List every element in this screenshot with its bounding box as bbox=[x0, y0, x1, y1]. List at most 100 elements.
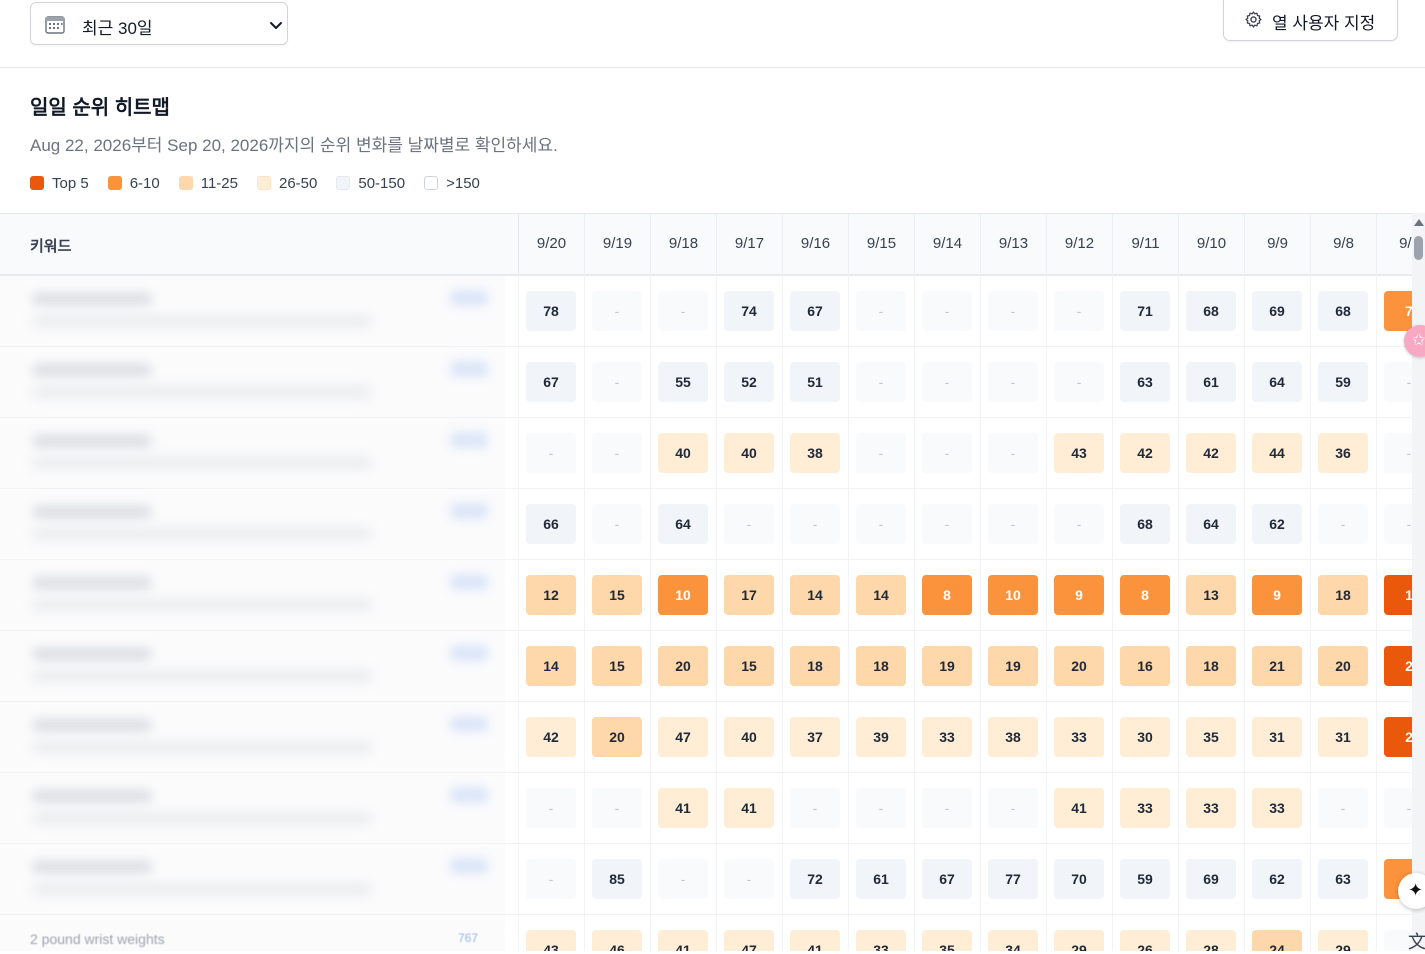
rank-cell[interactable]: - bbox=[988, 788, 1038, 828]
rank-cell[interactable]: - bbox=[592, 291, 642, 331]
rank-cell[interactable]: 64 bbox=[1252, 362, 1302, 402]
rank-cell[interactable]: 33 bbox=[1186, 788, 1236, 828]
rank-cell[interactable]: 36 bbox=[1318, 433, 1368, 473]
rank-cell[interactable]: 29 bbox=[1054, 930, 1104, 951]
rank-cell[interactable]: 13 bbox=[1186, 575, 1236, 615]
rank-cell[interactable]: 20 bbox=[592, 717, 642, 757]
rank-cell[interactable]: - bbox=[1054, 362, 1104, 402]
rank-cell[interactable]: 74 bbox=[724, 291, 774, 331]
rank-cell[interactable]: 14 bbox=[790, 575, 840, 615]
date-column-header[interactable]: 9/11 bbox=[1112, 214, 1178, 274]
rank-cell[interactable]: 19 bbox=[922, 646, 972, 686]
rank-cell[interactable]: - bbox=[988, 504, 1038, 544]
rank-cell[interactable]: 61 bbox=[1186, 362, 1236, 402]
rank-cell[interactable]: 8 bbox=[1120, 575, 1170, 615]
rank-cell[interactable]: - bbox=[856, 788, 906, 828]
rank-cell[interactable]: - bbox=[1318, 788, 1368, 828]
rank-cell[interactable]: 33 bbox=[1054, 717, 1104, 757]
rank-cell[interactable]: 68 bbox=[1120, 504, 1170, 544]
date-column-header[interactable]: 9/12 bbox=[1046, 214, 1112, 274]
rank-cell[interactable]: 10 bbox=[988, 575, 1038, 615]
keyword-column-header[interactable]: 키워드 bbox=[30, 235, 71, 256]
rank-cell[interactable]: - bbox=[856, 291, 906, 331]
rank-cell[interactable]: 70 bbox=[1054, 859, 1104, 899]
rank-cell[interactable]: - bbox=[1384, 504, 1412, 544]
rank-cell[interactable]: 14 bbox=[526, 646, 576, 686]
rank-cell[interactable]: - bbox=[1384, 433, 1412, 473]
keyword-cell[interactable] bbox=[0, 489, 505, 559]
rank-cell[interactable]: 12 bbox=[526, 575, 576, 615]
keyword-cell[interactable] bbox=[0, 773, 505, 843]
date-column-header[interactable]: 9/14 bbox=[914, 214, 980, 274]
rank-cell[interactable]: 10 bbox=[658, 575, 708, 615]
keyword-cell[interactable] bbox=[0, 560, 505, 630]
rank-cell[interactable]: 85 bbox=[592, 859, 642, 899]
rank-cell[interactable]: - bbox=[592, 433, 642, 473]
rank-cell[interactable]: - bbox=[526, 788, 576, 828]
rank-cell[interactable]: - bbox=[1318, 504, 1368, 544]
rank-cell[interactable]: 68 bbox=[1186, 291, 1236, 331]
rank-cell[interactable]: 61 bbox=[856, 859, 906, 899]
rank-cell[interactable]: 46 bbox=[592, 930, 642, 951]
rank-cell[interactable]: 59 bbox=[1318, 362, 1368, 402]
rank-cell[interactable]: 15 bbox=[724, 646, 774, 686]
rank-cell[interactable]: 67 bbox=[790, 291, 840, 331]
keyword-cell[interactable]: 2 pound wrist weights 767 bbox=[0, 915, 505, 951]
date-column-header[interactable]: 9/19 bbox=[584, 214, 650, 274]
rank-cell[interactable]: 37 bbox=[790, 717, 840, 757]
rank-cell[interactable]: - bbox=[1384, 362, 1412, 402]
rank-cell[interactable]: 43 bbox=[526, 930, 576, 951]
translate-icon[interactable]: 文 bbox=[1408, 928, 1425, 954]
rank-cell[interactable]: 33 bbox=[1120, 788, 1170, 828]
rank-cell[interactable]: 42 bbox=[1120, 433, 1170, 473]
customize-columns-button[interactable]: 열 사용자 지정 bbox=[1223, 0, 1398, 41]
rank-cell[interactable]: 41 bbox=[790, 930, 840, 951]
rank-cell[interactable]: 20 bbox=[1318, 646, 1368, 686]
rank-cell[interactable]: 55 bbox=[658, 362, 708, 402]
rank-cell[interactable]: 28 bbox=[1186, 930, 1236, 951]
rank-cell[interactable]: - bbox=[592, 362, 642, 402]
rank-cell[interactable]: - bbox=[922, 291, 972, 331]
rank-cell[interactable]: 47 bbox=[724, 930, 774, 951]
rank-cell[interactable]: 24 bbox=[1252, 930, 1302, 951]
rank-cell[interactable]: 16 bbox=[1120, 646, 1170, 686]
rank-cell[interactable]: - bbox=[988, 433, 1038, 473]
rank-cell[interactable]: - bbox=[922, 504, 972, 544]
rank-cell[interactable]: 62 bbox=[1252, 859, 1302, 899]
rank-cell[interactable]: 19 bbox=[988, 646, 1038, 686]
date-column-header[interactable]: 9/16 bbox=[782, 214, 848, 274]
rank-cell[interactable]: 18 bbox=[790, 646, 840, 686]
rank-cell[interactable]: 31 bbox=[1318, 717, 1368, 757]
rank-cell[interactable]: 41 bbox=[658, 788, 708, 828]
rank-cell[interactable]: - bbox=[856, 433, 906, 473]
rank-cell[interactable]: 34 bbox=[988, 930, 1038, 951]
rank-cell[interactable]: 40 bbox=[724, 433, 774, 473]
rank-cell[interactable]: - bbox=[658, 291, 708, 331]
rank-cell[interactable]: 44 bbox=[1252, 433, 1302, 473]
rank-cell[interactable]: 20 bbox=[658, 646, 708, 686]
date-column-header[interactable]: 9/20 bbox=[518, 214, 584, 274]
rank-cell[interactable]: 41 bbox=[1054, 788, 1104, 828]
rank-cell[interactable]: - bbox=[592, 788, 642, 828]
rank-cell[interactable]: 18 bbox=[1318, 575, 1368, 615]
rank-cell[interactable]: 7 bbox=[1384, 291, 1412, 331]
rank-cell[interactable]: 15 bbox=[592, 575, 642, 615]
keyword-cell[interactable] bbox=[0, 347, 505, 417]
rank-cell[interactable]: 47 bbox=[658, 717, 708, 757]
date-column-header[interactable]: 9/7 bbox=[1376, 214, 1412, 274]
rank-cell[interactable]: 69 bbox=[1186, 859, 1236, 899]
rank-cell[interactable]: 38 bbox=[988, 717, 1038, 757]
rank-cell[interactable]: 39 bbox=[856, 717, 906, 757]
rank-cell[interactable]: 78 bbox=[526, 291, 576, 331]
rank-cell[interactable]: 2 bbox=[1384, 646, 1412, 686]
keyword-cell[interactable] bbox=[0, 418, 505, 488]
rank-cell[interactable]: - bbox=[1054, 504, 1104, 544]
date-range-select[interactable]: 최근 30일 bbox=[30, 2, 288, 45]
rank-cell[interactable]: - bbox=[1054, 291, 1104, 331]
rank-cell[interactable]: 20 bbox=[1054, 646, 1104, 686]
rank-cell[interactable]: 33 bbox=[1252, 788, 1302, 828]
vertical-scrollbar[interactable] bbox=[1412, 213, 1425, 950]
date-column-header[interactable]: 9/9 bbox=[1244, 214, 1310, 274]
date-column-header[interactable]: 9/18 bbox=[650, 214, 716, 274]
rank-cell[interactable]: - bbox=[526, 859, 576, 899]
